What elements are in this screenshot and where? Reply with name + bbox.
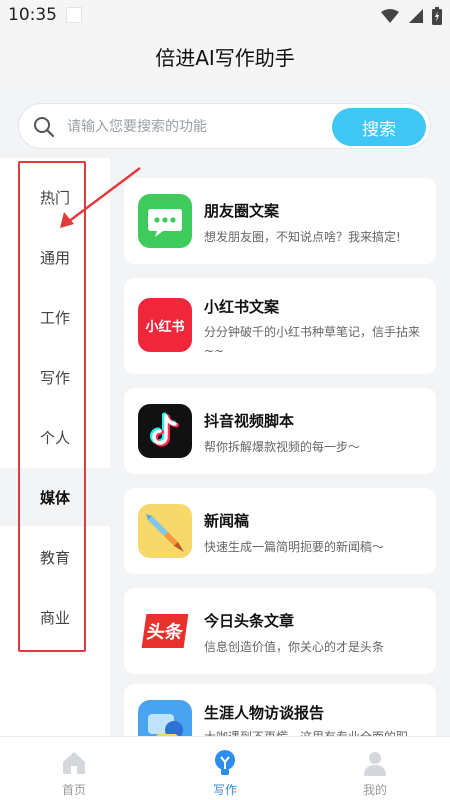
tab-writing[interactable]: 写作 — [185, 741, 265, 797]
sidebar-item-writing[interactable]: 写作 — [0, 348, 110, 406]
card-description: 帮你拆解爆款视频的每一步～ — [204, 440, 361, 454]
sidebar-item-education[interactable]: 教育 — [0, 528, 110, 586]
xiaohongshu-icon: 小红书 — [138, 298, 192, 352]
signal-icon — [409, 9, 423, 23]
home-icon — [63, 752, 85, 774]
sidebar-item-label: 个人 — [40, 428, 71, 447]
search-icon — [34, 117, 55, 138]
tab-label: 我的 — [362, 783, 387, 797]
toutiao-icon: 头条 — [138, 604, 192, 658]
card-title: 新闻稿 — [204, 512, 250, 530]
user-icon — [364, 752, 386, 776]
category-sidebar: 热门 通用 工作 写作 个人 媒体 教育 商业 — [0, 158, 110, 736]
sidebar-item-label: 媒体 — [40, 488, 71, 507]
sidebar-item-general[interactable]: 通用 — [0, 228, 110, 286]
bottom-tab-bar: 首页 写作 我的 — [0, 736, 450, 800]
wifi-icon — [381, 9, 399, 23]
sidebar-item-label: 商业 — [40, 608, 71, 627]
search-button[interactable]: 搜索 — [332, 108, 426, 146]
feature-card[interactable]: 抖音视频脚本 帮你拆解爆款视频的每一步～ — [124, 388, 436, 474]
card-title: 朋友圈文案 — [204, 202, 280, 220]
page-title: 倍进AI写作助手 — [155, 46, 295, 70]
feature-card[interactable]: 头条 今日头条文章 信息创造价值，你关心的才是头条 — [124, 588, 436, 674]
notification-icon — [66, 7, 82, 23]
tab-label: 首页 — [61, 783, 86, 797]
toutiao-logo-text: 头条 — [141, 614, 189, 648]
card-description: 想发朋友圈，不知说点啥？我来搞定! — [204, 230, 401, 244]
card-description: 分分钟破千的小红书种草笔记，信手拈来~~ — [204, 325, 421, 358]
sidebar-item-business[interactable]: 商业 — [0, 588, 110, 646]
status-time: 10:35 — [8, 5, 57, 25]
sidebar-item-label: 工作 — [40, 308, 71, 327]
sidebar-item-work[interactable]: 工作 — [0, 288, 110, 346]
card-title: 今日头条文章 — [204, 612, 295, 630]
sidebar-item-media[interactable]: 媒体 — [0, 468, 110, 526]
feature-card[interactable]: 朋友圈文案 想发朋友圈，不知说点啥？我来搞定! — [124, 178, 436, 264]
status-bar: 10:35 — [0, 0, 450, 32]
battery-icon — [432, 7, 442, 25]
feature-card[interactable]: 生涯人物访谈报告 大咖遇到不再慌，这里有专业全面的职 — [124, 684, 436, 736]
tab-label: 写作 — [212, 783, 237, 797]
card-description: 大咖遇到不再慌，这里有专业全面的职 — [204, 728, 426, 736]
sidebar-item-label: 教育 — [40, 548, 71, 567]
app-header: 倍进AI写作助手 — [0, 32, 450, 84]
feature-list: 朋友圈文案 想发朋友圈，不知说点啥？我来搞定! 小红书 小红书文案 分分钟破千的… — [110, 166, 450, 736]
feature-card[interactable]: 小红书 小红书文案 分分钟破千的小红书种草笔记，信手拈来~~ — [124, 278, 436, 374]
tab-home[interactable]: 首页 — [34, 741, 114, 797]
sidebar-item-label: 热门 — [40, 188, 71, 207]
feature-card[interactable]: 新闻稿 快速生成一篇简明扼要的新闻稿～ — [124, 488, 436, 574]
tab-mine[interactable]: 我的 — [335, 741, 415, 797]
card-description: 信息创造价值，你关心的才是头条 — [204, 640, 385, 654]
search-input[interactable] — [67, 114, 327, 140]
douyin-icon — [138, 404, 192, 458]
sidebar-item-hot[interactable]: 热门 — [0, 168, 110, 226]
writing-bulb-icon — [215, 750, 235, 775]
sidebar-item-label: 写作 — [40, 368, 71, 387]
interview-icon — [138, 700, 192, 736]
card-title: 抖音视频脚本 — [204, 412, 295, 430]
card-description: 快速生成一篇简明扼要的新闻稿～ — [204, 540, 385, 554]
wechat-moments-icon — [138, 194, 192, 248]
pen-icon — [138, 504, 192, 558]
card-title: 生涯人物访谈报告 — [204, 704, 325, 722]
xiaohongshu-logo-text: 小红书 — [145, 319, 185, 335]
search-bar: 搜索 — [18, 103, 431, 149]
sidebar-item-personal[interactable]: 个人 — [0, 408, 110, 466]
card-title: 小红书文案 — [204, 298, 280, 316]
sidebar-item-label: 通用 — [40, 248, 71, 267]
